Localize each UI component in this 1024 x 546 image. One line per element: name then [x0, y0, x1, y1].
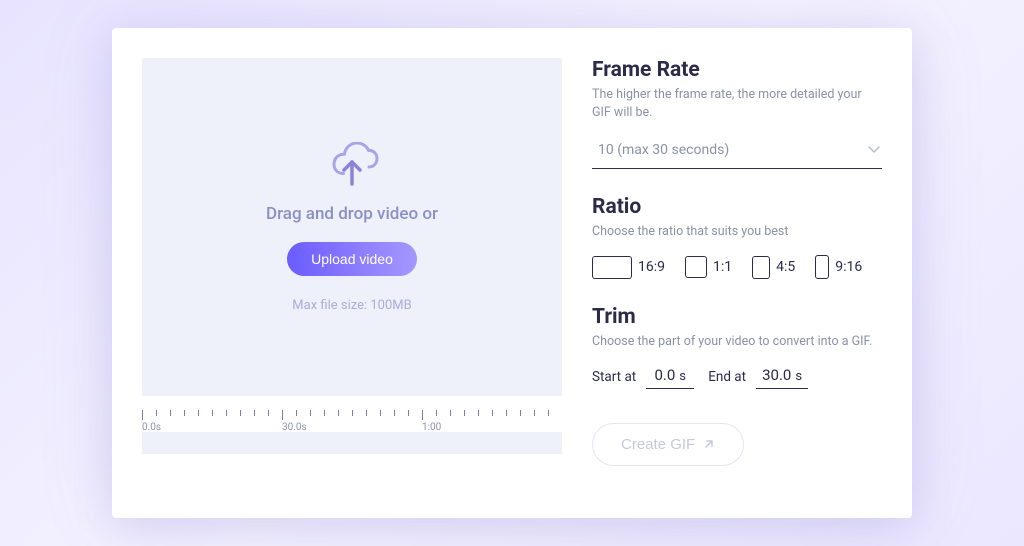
upload-video-button[interactable]: Upload video [287, 242, 417, 276]
frame-rate-section: Frame Rate The higher the frame rate, th… [592, 58, 882, 195]
timeline-label-2: 1:00 [422, 422, 562, 433]
ratio-box-icon [752, 256, 770, 279]
max-file-size-text: Max file size: 100MB [292, 298, 411, 313]
frame-rate-select[interactable]: 10 (max 30 seconds) [592, 136, 882, 169]
ratio-label: 1:1 [713, 259, 732, 275]
ratio-title: Ratio [592, 195, 882, 219]
trim-end-input[interactable]: 30.0 s [756, 366, 808, 389]
trim-end-group: End at 30.0 s [708, 366, 808, 389]
trim-start-input[interactable]: 0.0 s [646, 366, 694, 389]
frame-rate-title: Frame Rate [592, 58, 882, 82]
trim-title: Trim [592, 305, 882, 329]
trim-start-value: 0.0 [654, 366, 675, 384]
dropzone-text: Drag and drop video or [266, 204, 438, 224]
ratio-box-icon [592, 256, 632, 279]
frame-rate-desc: The higher the frame rate, the more deta… [592, 86, 882, 122]
timeline-label-0: 0.0s [142, 422, 282, 433]
ratio-option-4-5[interactable]: 4:5 [752, 256, 795, 279]
ratio-option-16-9[interactable]: 16:9 [592, 256, 665, 279]
create-gif-label: Create GIF [621, 436, 695, 453]
timeline-label-1: 30.0s [282, 422, 422, 433]
trim-desc: Choose the part of your video to convert… [592, 333, 882, 351]
ratio-desc: Choose the ratio that suits you best [592, 223, 882, 241]
ratio-label: 9:16 [835, 259, 862, 275]
ratio-label: 16:9 [638, 259, 665, 275]
trim-start-group: Start at 0.0 s [592, 366, 694, 389]
trim-unit: s [795, 369, 802, 384]
video-dropzone[interactable]: Drag and drop video or Upload video Max … [142, 58, 562, 396]
trim-start-label: Start at [592, 369, 636, 389]
ratio-box-icon [815, 255, 829, 279]
timeline-track[interactable] [142, 432, 562, 454]
right-column: Frame Rate The higher the frame rate, th… [592, 58, 882, 490]
trim-end-label: End at [708, 369, 746, 389]
arrow-up-right-icon [703, 438, 715, 450]
ratio-section: Ratio Choose the ratio that suits you be… [592, 195, 882, 305]
create-gif-button[interactable]: Create GIF [592, 423, 744, 466]
trim-section: Trim Choose the part of your video to co… [592, 305, 882, 388]
ratio-option-1-1[interactable]: 1:1 [685, 256, 732, 278]
trim-end-value: 30.0 [762, 366, 791, 384]
ratio-options: 16:9 1:1 4:5 9:16 [592, 255, 882, 279]
frame-rate-value: 10 (max 30 seconds) [598, 142, 729, 158]
chevron-down-icon [868, 146, 880, 154]
trim-unit: s [679, 369, 686, 384]
left-column: Drag and drop video or Upload video Max … [142, 58, 562, 490]
ratio-box-icon [685, 256, 707, 278]
timeline-ruler: 0.0s 30.0s 1:00 [142, 410, 562, 426]
gif-editor-card: Drag and drop video or Upload video Max … [112, 28, 912, 518]
upload-cloud-icon [324, 142, 380, 188]
ratio-label: 4:5 [776, 259, 795, 275]
timeline: 0.0s 30.0s 1:00 [142, 410, 562, 454]
ratio-option-9-16[interactable]: 9:16 [815, 255, 862, 279]
